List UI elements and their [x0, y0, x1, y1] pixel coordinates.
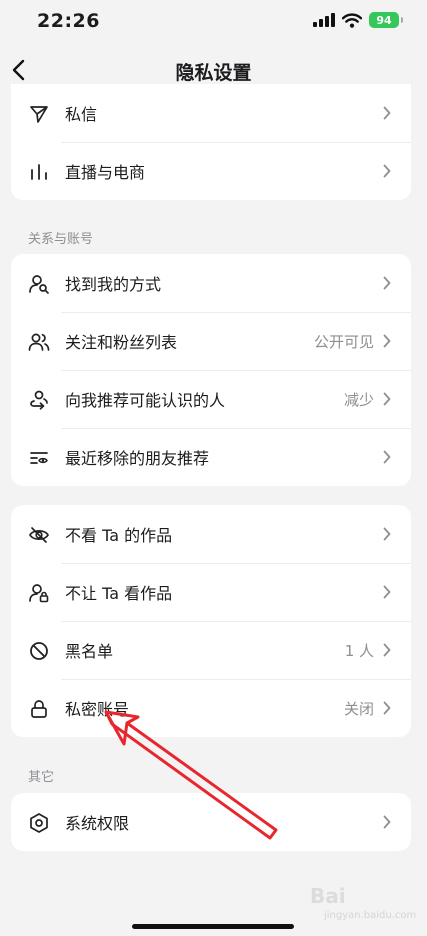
- row-blacklist[interactable]: 黑名单 1 人: [11, 621, 411, 679]
- person-lock-icon: [29, 584, 49, 603]
- row-hide-their-works[interactable]: 不看 Ta 的作品: [11, 505, 411, 563]
- people-icon: [28, 333, 50, 351]
- recommend-route-icon: [30, 390, 48, 410]
- row-value: 1 人: [344, 641, 374, 660]
- row-live-commerce[interactable]: 直播与电商: [11, 142, 411, 200]
- row-label: 黑名单: [65, 642, 114, 661]
- chevron-right-icon: [383, 701, 391, 715]
- eye-off-icon: [29, 527, 49, 543]
- chevron-right-icon: [383, 450, 391, 464]
- card-other: 系统权限: [11, 793, 411, 851]
- home-indicator[interactable]: [132, 924, 294, 929]
- chevron-right-icon: [383, 643, 391, 657]
- row-label: 不让 Ta 看作品: [65, 584, 173, 603]
- watermark-brand: Bai: [310, 884, 346, 908]
- row-label: 最近移除的朋友推荐: [65, 449, 210, 468]
- chevron-right-icon: [383, 106, 391, 120]
- row-direct-message[interactable]: 私信: [11, 84, 411, 142]
- chevron-right-icon: [383, 276, 391, 290]
- row-label: 找到我的方式: [65, 275, 162, 294]
- list-eye-icon: [30, 452, 48, 464]
- row-follow-fans-list[interactable]: 关注和粉丝列表 公开可见: [11, 312, 411, 370]
- row-label: 私信: [65, 105, 98, 124]
- status-time: 22:26: [37, 10, 100, 32]
- row-label: 直播与电商: [65, 163, 146, 182]
- row-removed-friends[interactable]: 最近移除的朋友推荐: [11, 428, 411, 486]
- row-label: 关注和粉丝列表: [65, 333, 178, 352]
- page-title: 隐私设置: [175, 62, 252, 84]
- row-label: 私密账号: [65, 700, 130, 719]
- wifi-icon: [342, 12, 362, 28]
- chevron-right-icon: [383, 527, 391, 541]
- chevron-right-icon: [383, 585, 391, 599]
- section-label-other: 其它: [28, 770, 55, 785]
- watermark-logo: Bai jingyan.baidu.com: [310, 884, 416, 921]
- chevron-right-icon: [383, 392, 391, 406]
- section-label-relations: 关系与账号: [28, 232, 94, 247]
- row-label: 系统权限: [65, 814, 130, 833]
- battery-icon: 94: [369, 12, 403, 28]
- row-value: 关闭: [343, 699, 374, 718]
- row-private-account[interactable]: 私密账号 关闭: [11, 679, 411, 737]
- chevron-right-icon: [383, 815, 391, 829]
- status-icons: 94: [313, 12, 403, 28]
- row-value: 公开可见: [313, 332, 374, 351]
- row-label: 不看 Ta 的作品: [65, 526, 173, 545]
- card-blocking-private: 不看 Ta 的作品 不让 Ta 看作品 黑名单 1 人 私密账号 关闭: [11, 505, 411, 737]
- battery-level: 94: [376, 13, 392, 27]
- status-bar: 22:26 94: [0, 0, 427, 44]
- shield-settings-icon: [30, 813, 48, 833]
- row-system-permissions[interactable]: 系统权限: [11, 793, 411, 851]
- block-icon: [30, 642, 48, 660]
- person-search-icon: [29, 275, 49, 294]
- chevron-right-icon: [383, 334, 391, 348]
- card-relations-account: 找到我的方式 关注和粉丝列表 公开可见 向我推荐可能认识的人 减少 最近移除的朋…: [11, 254, 411, 486]
- bar-chart-icon: [31, 164, 47, 180]
- row-recommend-people[interactable]: 向我推荐可能认识的人 减少: [11, 370, 411, 428]
- row-block-my-works[interactable]: 不让 Ta 看作品: [11, 563, 411, 621]
- watermark-site: jingyan.baidu.com: [324, 910, 417, 921]
- row-label: 向我推荐可能认识的人: [65, 391, 226, 410]
- card-messaging-live: 私信 直播与电商: [11, 84, 411, 200]
- chevron-right-icon: [383, 164, 391, 178]
- signal-icon: [313, 13, 335, 27]
- row-find-me[interactable]: 找到我的方式: [11, 254, 411, 312]
- lock-icon: [31, 700, 47, 718]
- send-message-icon: [30, 106, 48, 123]
- row-value: 减少: [343, 390, 374, 409]
